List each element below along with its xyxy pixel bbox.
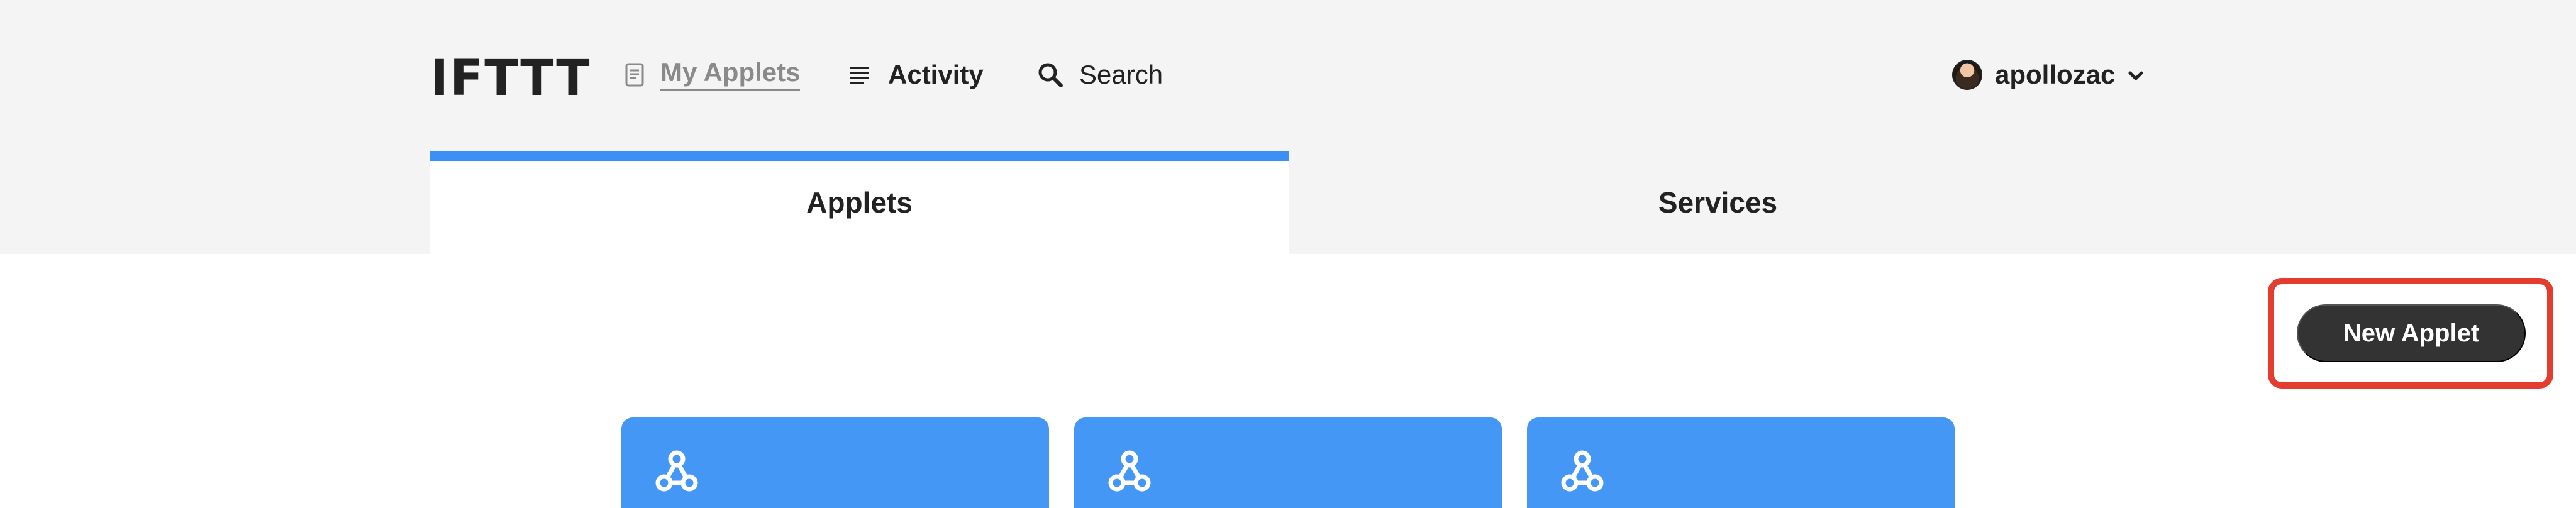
list-icon <box>850 64 872 86</box>
nav-search-label: Search <box>1079 60 1163 89</box>
user-menu[interactable]: apollozac <box>1952 57 2144 93</box>
tab-applets[interactable]: Applets <box>430 151 1289 254</box>
nav-activity[interactable]: Activity <box>850 57 984 93</box>
applet-card[interactable] <box>621 417 1049 508</box>
applet-card[interactable] <box>1527 417 1955 508</box>
tab-services-label: Services <box>1658 186 1778 219</box>
page-tabs: Applets Services <box>430 151 2147 254</box>
webhooks-icon <box>1558 448 1606 495</box>
nav-my-applets[interactable]: My Applets <box>625 57 801 93</box>
applet-card[interactable] <box>1074 417 1502 508</box>
search-icon <box>1038 62 1063 87</box>
nav-my-applets-label: My Applets <box>660 58 801 91</box>
nav-activity-label: Activity <box>888 60 984 89</box>
applet-cards <box>621 417 1955 508</box>
ifttt-logo[interactable]: IFTTT <box>430 54 591 103</box>
tab-services[interactable]: Services <box>1289 151 2147 254</box>
chevron-down-icon <box>2128 62 2144 88</box>
document-icon <box>625 63 644 87</box>
nav-search[interactable]: Search <box>1038 57 1163 93</box>
avatar <box>1952 60 1982 90</box>
tab-applets-label: Applets <box>806 186 913 219</box>
webhooks-icon <box>1106 448 1153 495</box>
webhooks-icon <box>653 448 701 495</box>
new-applet-button[interactable]: New Applet <box>2297 304 2526 362</box>
username: apollozac <box>1995 60 2116 89</box>
